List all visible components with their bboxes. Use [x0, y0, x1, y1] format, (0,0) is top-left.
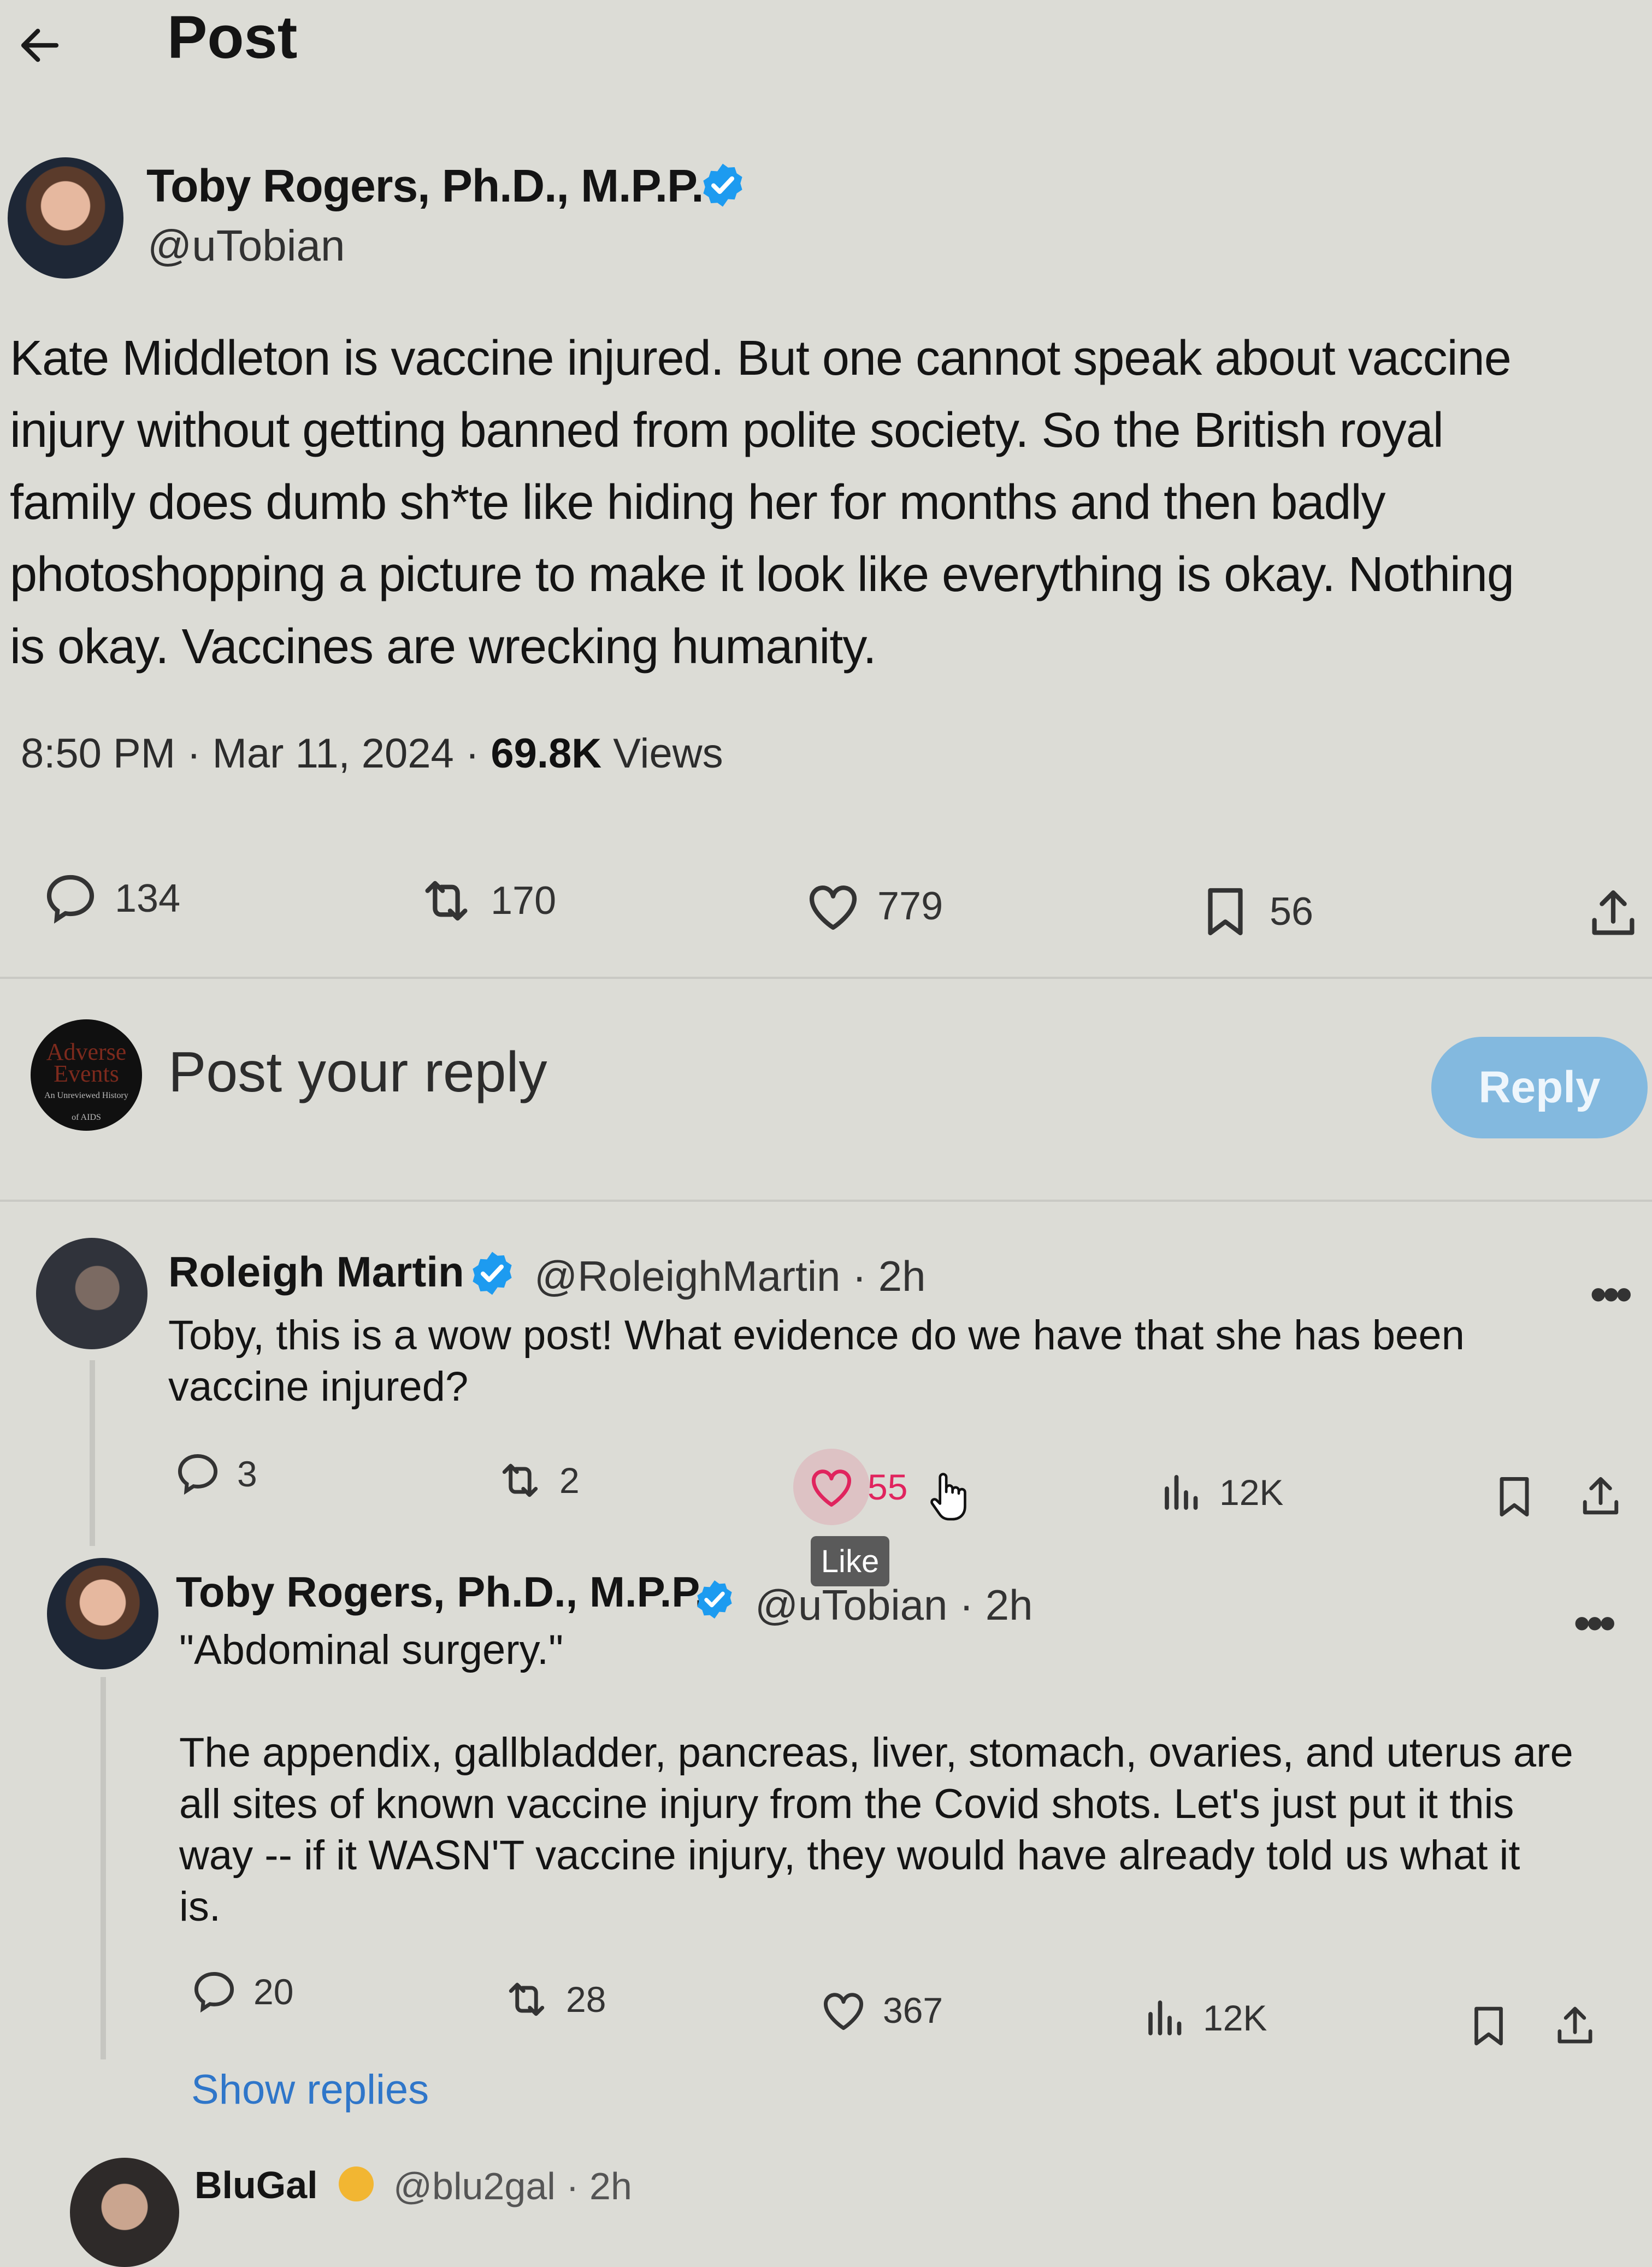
- reply-text-line: "Abdominal surgery.": [179, 1627, 564, 1673]
- like-action[interactable]: 55: [793, 1449, 908, 1525]
- repost-count: 28: [566, 1979, 606, 2020]
- repost-action[interactable]: 28: [502, 1974, 606, 2024]
- verified-badge-icon: [698, 161, 747, 210]
- views-action[interactable]: 12K: [1159, 1469, 1283, 1515]
- post-text-line: injury without getting banned from polit…: [10, 403, 1444, 458]
- share-action[interactable]: [1576, 1472, 1626, 1522]
- thread-line: [101, 1677, 106, 2059]
- comment-icon: [178, 1454, 218, 1495]
- current-user-avatar[interactable]: Adverse Events An Unreviewed History of …: [31, 1019, 142, 1131]
- post-timestamp[interactable]: 8:50 PM · Mar 11, 2024 ·: [21, 730, 491, 777]
- flower-emoji-icon: [339, 2166, 374, 2201]
- bookmark-icon: [1500, 1477, 1529, 1517]
- share-action[interactable]: [1583, 884, 1643, 944]
- share-icon: [1583, 1477, 1619, 1515]
- reply-count: 3: [237, 1454, 257, 1494]
- views-label: Views: [601, 730, 723, 777]
- page-title: Post: [167, 4, 298, 71]
- like-count: 779: [877, 884, 943, 928]
- post-text: Kate Middleton is vaccine injured. But o…: [10, 322, 1643, 683]
- reply-text-line: [179, 1676, 1643, 1727]
- verified-badge-icon: [693, 1578, 736, 1621]
- bookmark-action[interactable]: [1464, 2002, 1513, 2051]
- thread-line: [90, 1360, 95, 1546]
- reply-author-handle[interactable]: @RoleighMartin · 2h: [534, 1249, 925, 1303]
- post-text-line: family does dumb sh*te like hiding her f…: [10, 475, 1385, 530]
- repost-icon: [425, 881, 468, 921]
- views-count: 12K: [1203, 1998, 1267, 2038]
- reply-text: "Abdominal surgery." The appendix, gallb…: [179, 1625, 1643, 1933]
- reply-author-handle[interactable]: @uTobian · 2h: [755, 1578, 1033, 1632]
- show-replies-link[interactable]: Show replies: [191, 2063, 429, 2117]
- verified-badge-icon: [468, 1249, 517, 1298]
- divider: [0, 977, 1652, 979]
- author-avatar[interactable]: [8, 157, 123, 279]
- reply-action[interactable]: 20: [189, 1967, 293, 2017]
- reply-author-handle[interactable]: @blu2gal · 2h: [393, 2164, 632, 2208]
- author-name[interactable]: Toby Rogers, Ph.D., M.P.P.: [146, 158, 704, 213]
- post-text-line: photoshopping a picture to make it look …: [10, 547, 1514, 602]
- back-arrow-icon[interactable]: [15, 21, 64, 70]
- reply-text-line: Toby, this is a wow post! What evidence …: [168, 1312, 1465, 1359]
- like-tooltip: Like: [811, 1536, 889, 1586]
- more-options-icon[interactable]: •••: [1590, 1270, 1632, 1319]
- reply-action[interactable]: 3: [173, 1449, 257, 1499]
- repost-count: 170: [491, 879, 557, 923]
- author-handle[interactable]: @uTobian: [148, 219, 345, 273]
- reply-text-line: is.: [179, 1884, 221, 1930]
- analytics-icon: [1165, 1475, 1198, 1510]
- reply-text-line: way -- if it WASN'T vaccine injury, they…: [179, 1832, 1520, 1879]
- reply-text-line: vaccine injured?: [168, 1363, 469, 1410]
- reply-text: Toby, this is a wow post! What evidence …: [168, 1310, 1643, 1413]
- top-header: Post: [0, 0, 1652, 82]
- reply-text-line: all sites of known vaccine injury from t…: [179, 1781, 1514, 1827]
- like-hover-circle: [793, 1449, 870, 1525]
- reply-author-name[interactable]: Toby Rogers, Ph.D., M.P.P.: [176, 1565, 706, 1619]
- avatar-logo: Adverse Events An Unreviewed History of …: [44, 1038, 128, 1123]
- analytics-icon: [1148, 2000, 1182, 2035]
- like-count: 367: [883, 1990, 943, 2030]
- reply-count: 134: [115, 877, 181, 920]
- reply-avatar[interactable]: [47, 1558, 158, 1669]
- share-icon: [1557, 2006, 1592, 2044]
- views-action[interactable]: 12K: [1143, 1995, 1267, 2041]
- bookmark-count: 56: [1270, 890, 1314, 934]
- reply-action[interactable]: 134: [40, 869, 180, 929]
- bookmark-icon: [1474, 2006, 1503, 2046]
- repost-action[interactable]: 170: [416, 871, 556, 931]
- reply-avatar[interactable]: [70, 2158, 179, 2267]
- reply-input[interactable]: Post your reply: [168, 1037, 547, 1108]
- bookmark-action[interactable]: 56: [1195, 882, 1313, 942]
- reply-author-name[interactable]: Roleigh Martin: [168, 1244, 464, 1299]
- reply-author-name[interactable]: BluGal: [194, 2163, 318, 2207]
- repost-action[interactable]: 2: [495, 1455, 580, 1506]
- hand-cursor-icon: [923, 1469, 972, 1527]
- heart-icon: [823, 1993, 864, 2030]
- like-action[interactable]: 367: [818, 1985, 943, 2035]
- comment-icon: [194, 1971, 234, 2013]
- like-count: 55: [868, 1467, 908, 1507]
- reply-text-line: The appendix, gallbladder, pancreas, liv…: [179, 1729, 1573, 1776]
- reply-button[interactable]: Reply: [1431, 1037, 1648, 1138]
- share-icon: [1592, 890, 1635, 935]
- post-meta: 8:50 PM · Mar 11, 2024 · 69.8K Views: [21, 727, 723, 781]
- share-action[interactable]: [1550, 2002, 1600, 2051]
- bookmark-action[interactable]: [1489, 1472, 1539, 1522]
- repost-icon: [502, 1463, 538, 1497]
- post-text-line: Kate Middleton is vaccine injured. But o…: [10, 331, 1512, 386]
- heart-icon: [809, 885, 857, 930]
- views-count: 12K: [1219, 1472, 1284, 1513]
- bookmark-icon: [1208, 888, 1243, 936]
- reply-avatar[interactable]: [36, 1238, 148, 1349]
- heart-icon: [811, 1469, 852, 1507]
- divider: [0, 1200, 1652, 1202]
- repost-icon: [509, 1982, 545, 2016]
- reply-count: 20: [253, 1971, 294, 2012]
- repost-count: 2: [559, 1460, 580, 1501]
- like-action[interactable]: 779: [803, 876, 943, 936]
- comment-icon: [46, 875, 95, 924]
- views-count: 69.8K: [491, 730, 602, 777]
- post-text-line: is okay. Vaccines are wrecking humanity.: [10, 619, 877, 674]
